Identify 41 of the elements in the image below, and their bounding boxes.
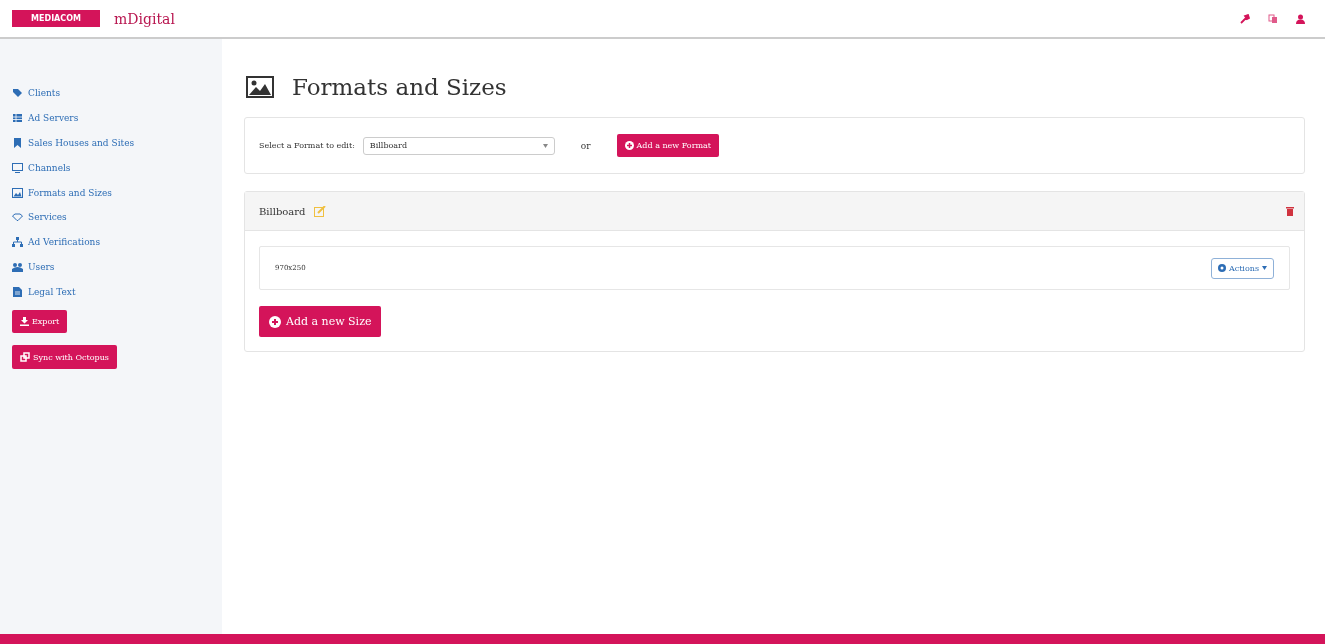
dropdown-caret-icon — [542, 143, 548, 148]
add-format-button[interactable]: Add a new Format — [616, 134, 720, 157]
caret-icon — [1262, 266, 1267, 270]
app-name: mDigital — [114, 10, 175, 27]
trash-icon[interactable] — [1286, 206, 1294, 216]
image-icon — [246, 75, 274, 98]
sidebar-link[interactable]: Services — [12, 205, 67, 230]
plus-circle-icon — [624, 141, 634, 150]
image-icon — [12, 187, 23, 198]
sidebar-link[interactable]: Formats and Sizes — [12, 180, 112, 205]
format-select[interactable]: Billboard — [362, 136, 555, 155]
sidebar-link[interactable]: Sales Houses and Sites — [12, 130, 135, 156]
page-title: Formats and Sizes — [292, 73, 507, 100]
bookmark-icon — [12, 138, 23, 148]
format-name: Billboard — [259, 205, 306, 217]
or-text: or — [580, 140, 591, 151]
actions-button[interactable]: Actions — [1210, 257, 1274, 279]
file-icon — [12, 286, 23, 297]
plus-circle-icon — [269, 315, 281, 328]
sidebar-link[interactable]: Ad Verifications — [12, 229, 101, 255]
select-label: Select a Format to edit: — [259, 141, 355, 150]
gear-icon — [1217, 264, 1226, 272]
export-button[interactable]: Export — [12, 310, 68, 334]
sitemap-icon — [12, 237, 23, 248]
users-icon — [12, 261, 23, 272]
logo[interactable]: MEDIACOM — [12, 10, 100, 27]
sidebar-link[interactable]: Legal Text — [12, 279, 76, 305]
sidebar-link[interactable]: Ad Servers — [12, 105, 79, 131]
sidebar-link[interactable]: Clients — [12, 81, 60, 106]
add-size-button[interactable]: Add a new Size — [259, 306, 382, 337]
sync-button[interactable]: Sync with Octopus — [12, 345, 117, 370]
sidebar-link[interactable]: Users — [12, 254, 55, 280]
tag-icon — [12, 88, 23, 99]
link-icon — [20, 352, 30, 363]
grid-icon — [12, 113, 23, 124]
wrench-icon[interactable] — [1240, 13, 1250, 24]
sidebar-link[interactable]: Channels — [12, 155, 71, 181]
monitor-icon — [12, 162, 23, 173]
download-icon — [20, 317, 29, 327]
user-icon[interactable] — [1296, 13, 1305, 24]
copy-icon[interactable] — [1268, 13, 1278, 24]
